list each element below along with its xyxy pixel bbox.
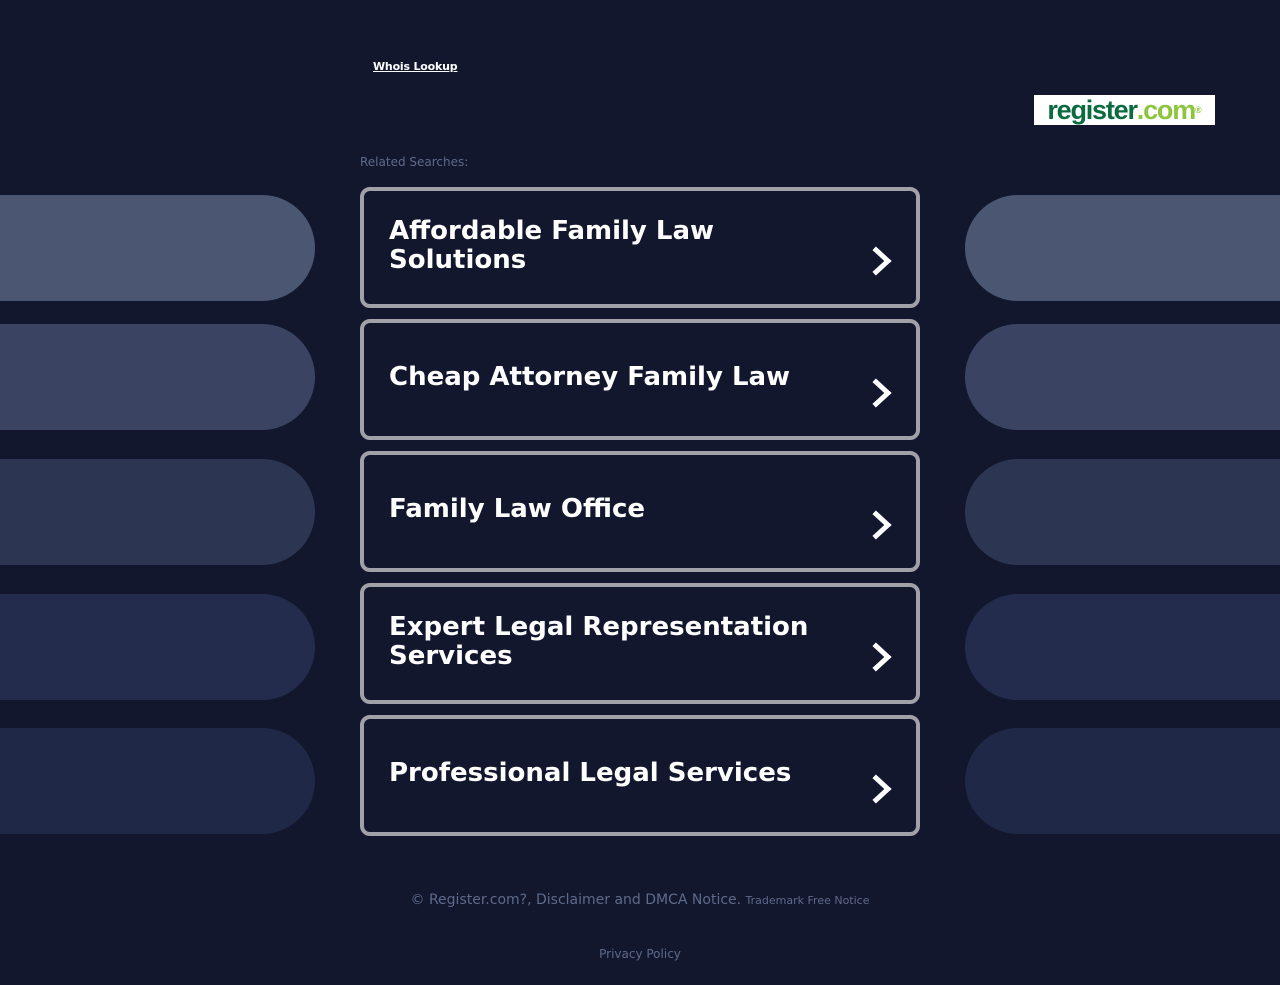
related-search-link[interactable]: Affordable Family Law Solutions [360, 187, 920, 308]
related-search-label: Cheap Attorney Family Law [389, 362, 791, 392]
decorative-pill-right-1 [965, 195, 1280, 301]
related-searches-label: Related Searches: [360, 155, 469, 169]
related-search-label: Family Law Office [389, 494, 646, 524]
decorative-pill-left-3 [0, 459, 315, 565]
footer-copyright-link[interactable]: © Register.com?, Disclaimer and DMCA Not… [411, 892, 742, 908]
decorative-pill-left-1 [0, 195, 315, 301]
chevron-right-icon [872, 774, 892, 804]
decorative-pill-right-3 [965, 459, 1280, 565]
footer: © Register.com?, Disclaimer and DMCA Not… [0, 892, 1280, 908]
chevron-right-icon [872, 642, 892, 672]
decorative-pill-right-2 [965, 324, 1280, 430]
footer-trademark-link[interactable]: Trademark Free Notice [746, 894, 870, 907]
logo-trademark: ® [1195, 105, 1202, 115]
register-com-logo[interactable]: register .com ® [1034, 95, 1215, 125]
logo-text-com: .com [1136, 95, 1196, 125]
privacy-policy-link[interactable]: Privacy Policy [0, 947, 1280, 961]
decorative-pill-right-5 [965, 728, 1280, 834]
related-search-label: Affordable Family Law Solutions [389, 215, 715, 275]
whois-lookup-link[interactable]: Whois Lookup [373, 60, 458, 73]
related-search-link[interactable]: Family Law Office [360, 451, 920, 572]
related-search-link[interactable]: Cheap Attorney Family Law [360, 319, 920, 440]
decorative-pill-left-4 [0, 594, 315, 700]
decorative-pill-left-5 [0, 728, 315, 834]
page: Whois Lookup register .com ® Related Searc… [0, 0, 1280, 985]
chevron-right-icon [872, 246, 892, 276]
related-search-link[interactable]: Professional Legal Services [360, 715, 920, 836]
chevron-right-icon [872, 510, 892, 540]
related-search-link[interactable]: Expert Legal Representation Services [360, 583, 920, 704]
decorative-pill-left-2 [0, 324, 315, 430]
logo-text-register: register [1047, 95, 1138, 125]
decorative-pill-right-4 [965, 594, 1280, 700]
related-search-label: Expert Legal Representation Services [389, 611, 809, 671]
related-search-label: Professional Legal Services [389, 758, 792, 788]
chevron-right-icon [872, 378, 892, 408]
